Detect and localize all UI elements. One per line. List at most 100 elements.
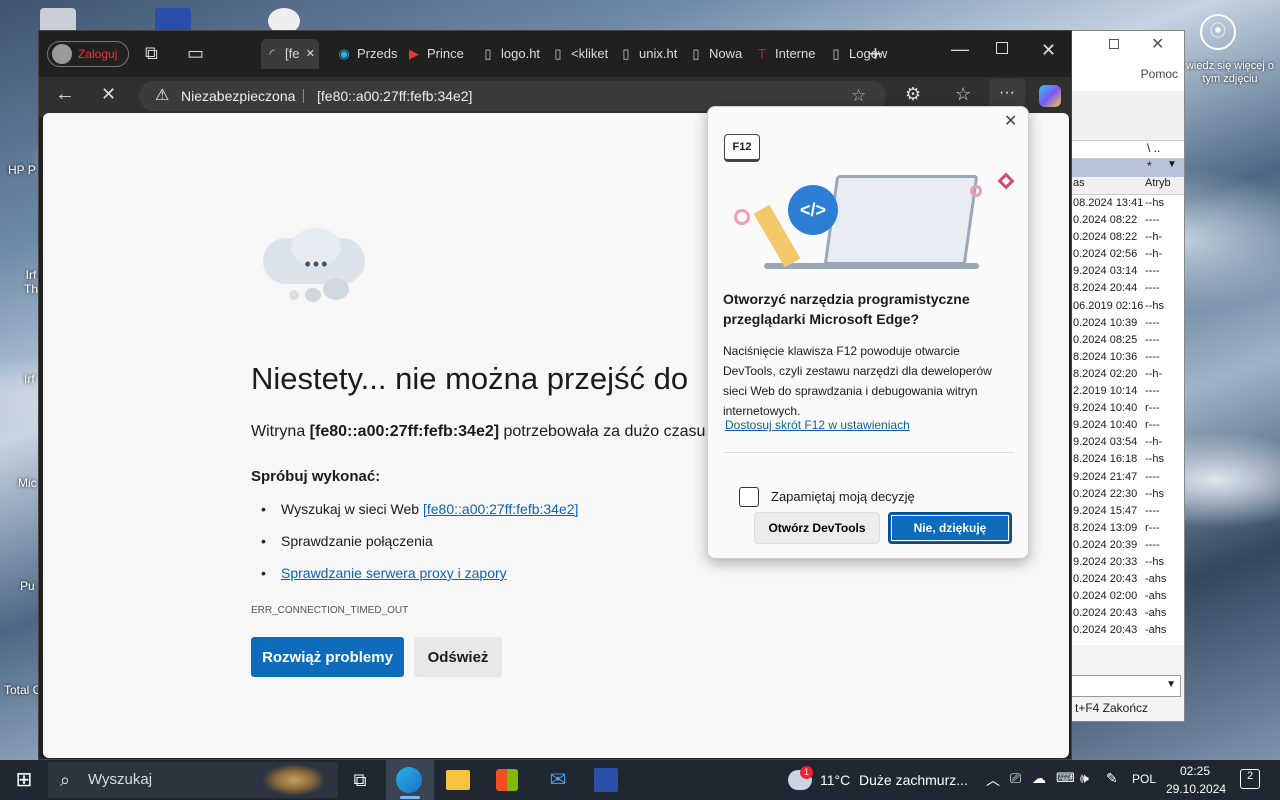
favorites-icon[interactable]: ☆ — [955, 84, 971, 105]
taskbar-search-box[interactable]: ⌕ Wyszukaj — [48, 762, 338, 798]
tab-2[interactable]: ▶ Prince — [407, 39, 475, 69]
remember-label[interactable]: Zapamiętaj moją decyzję — [771, 489, 915, 504]
tc-col-date[interactable]: as — [1073, 177, 1085, 189]
new-tab-icon[interactable]: + — [869, 41, 882, 67]
spotlight-info-text[interactable]: wiedz się więcej o tym zdjęciu — [1182, 60, 1278, 86]
customize-shortcut-link[interactable]: Dostosuj skrót F12 w ustawieniach — [725, 418, 910, 432]
table-row[interactable]: 0.2024 08:22 --h- — [1071, 229, 1184, 246]
tab-7[interactable]: T Interne — [755, 39, 823, 69]
table-row[interactable]: 08.2024 13:41 --hs — [1071, 195, 1184, 212]
spotlight-camera-icon[interactable]: ⦿ — [1200, 14, 1236, 50]
table-row[interactable]: 0.2024 10:39 ---- — [1071, 315, 1184, 332]
table-row[interactable]: 8.2024 13:09 r--- — [1071, 520, 1184, 537]
tab-0[interactable]: ◜ [fe ✕ — [261, 39, 319, 69]
desktop-icon-label[interactable]: HP P — [8, 163, 36, 177]
store-icon[interactable] — [496, 769, 518, 791]
table-row[interactable]: 0.2024 20:39 ---- — [1071, 537, 1184, 554]
desktop-icon-label[interactable]: Irf Th — [24, 268, 38, 296]
table-row[interactable]: 8.2024 02:20 --h- — [1071, 366, 1184, 383]
table-row[interactable]: 9.2024 21:47 ---- — [1071, 469, 1184, 486]
desktop-icon-label[interactable]: Mic — [18, 476, 37, 490]
clock-date[interactable]: 29.10.2024 — [1166, 782, 1226, 796]
tab-3[interactable]: ▯ logo.ht — [481, 39, 541, 69]
desktop-icon-label[interactable]: Irf — [24, 372, 35, 386]
pen-icon[interactable]: ✎ — [1106, 770, 1118, 787]
row-attr: -ahs — [1145, 573, 1167, 586]
minimize-icon[interactable]: — — [951, 39, 969, 60]
refresh-button[interactable]: Odśwież — [414, 637, 502, 677]
table-row[interactable]: 9.2024 10:40 r--- — [1071, 417, 1184, 434]
table-row[interactable]: 8.2024 10:36 ---- — [1071, 349, 1184, 366]
close-icon[interactable]: ✕ — [1004, 111, 1017, 131]
table-row[interactable]: 0.2024 08:22 ---- — [1071, 212, 1184, 229]
tab-1[interactable]: ◉ Przeds — [337, 39, 397, 69]
table-row[interactable]: 0.2024 02:56 --h- — [1071, 246, 1184, 263]
chevron-up-icon[interactable]: ︿ — [986, 770, 1000, 790]
check-proxy-link[interactable]: Sprawdzanie serwera proxy i zapory — [281, 565, 507, 581]
tab-4[interactable]: ▯ <kliket — [551, 39, 613, 69]
meet-icon[interactable]: ⎚ — [1010, 770, 1021, 787]
table-row[interactable]: 9.2024 03:14 ---- — [1071, 263, 1184, 280]
table-row[interactable]: 0.2024 20:43 -ahs — [1071, 605, 1184, 622]
tab-5[interactable]: ▯ unix.ht — [619, 39, 681, 69]
search-owl-highlight-icon[interactable] — [262, 764, 326, 796]
maximize-icon[interactable] — [1109, 39, 1119, 49]
task-view-icon[interactable]: ⧉ — [346, 766, 374, 794]
table-row[interactable]: 2.2019 10:14 ---- — [1071, 383, 1184, 400]
remember-checkbox[interactable] — [739, 487, 759, 507]
weather-desc[interactable]: Duże zachmurz... — [859, 772, 968, 788]
security-status[interactable]: Niezabezpieczona — [181, 81, 295, 111]
network-icon[interactable]: ⌨ — [1056, 770, 1075, 786]
onedrive-cloud-icon[interactable]: ☁ — [1032, 770, 1046, 787]
url-text[interactable]: [fe80::a00:27ff:fefb:34e2] — [317, 81, 472, 111]
edge-taskbar-icon[interactable] — [396, 767, 422, 793]
close-icon[interactable]: ✕ — [1151, 34, 1164, 54]
troubleshoot-button[interactable]: Rozwiąż problemy — [251, 637, 404, 677]
workspaces-icon[interactable]: ⧉ — [145, 43, 158, 64]
weather-temp[interactable]: 11°C — [820, 772, 850, 788]
table-row[interactable]: 0.2024 20:43 -ahs — [1071, 571, 1184, 588]
tab-6[interactable]: ▯ Nowa — [689, 39, 747, 69]
tc-filter[interactable]: * — [1147, 159, 1152, 173]
floppy-app-icon[interactable] — [594, 768, 618, 792]
mail-icon[interactable]: ✉ — [544, 766, 572, 794]
tc-path-hint[interactable]: \ .. — [1147, 141, 1160, 155]
table-row[interactable]: 8.2024 16:18 --hs — [1071, 451, 1184, 468]
start-windows-icon[interactable]: ⊞ — [10, 766, 38, 794]
table-row[interactable]: 8.2024 20:44 ---- — [1071, 280, 1184, 297]
table-row[interactable]: 06.2019 02:16 --hs — [1071, 298, 1184, 315]
extensions-icon[interactable]: ⚙ — [905, 84, 921, 105]
table-row[interactable]: 0.2024 02:00 -ahs — [1071, 588, 1184, 605]
tc-file-list[interactable]: 08.2024 13:41 --hs 0.2024 08:22 ---- 0.2024 … — [1071, 195, 1184, 645]
desktop-icon-label[interactable]: Total C — [4, 683, 41, 697]
tc-footer-hint[interactable]: t+F4 Zakończ — [1071, 701, 1148, 715]
language-indicator[interactable]: POL — [1132, 772, 1156, 786]
table-row[interactable]: 0.2024 08:25 ---- — [1071, 332, 1184, 349]
maximize-icon[interactable] — [996, 42, 1008, 54]
tc-menu-help[interactable]: Pomoc — [1071, 63, 1184, 91]
copilot-icon[interactable] — [1039, 85, 1061, 107]
close-icon[interactable]: ✕ — [1041, 40, 1056, 61]
tc-command-select[interactable]: ▼ — [1071, 675, 1181, 697]
clock-time[interactable]: 02:25 — [1180, 764, 1210, 778]
back-arrow-icon[interactable]: ← — [55, 83, 75, 106]
tab-actions-icon[interactable]: ▭ — [187, 43, 204, 64]
file-explorer-icon[interactable] — [446, 770, 470, 790]
desktop-icon-label[interactable]: Pu — [20, 579, 35, 593]
volume-icon[interactable]: 🕪 — [1080, 770, 1089, 787]
table-row[interactable]: 9.2024 03:54 --h- — [1071, 434, 1184, 451]
table-row[interactable]: 9.2024 20:33 --hs — [1071, 554, 1184, 571]
profile-button[interactable]: Zaloguj — [47, 41, 129, 67]
table-row[interactable]: 0.2024 22:30 --hs — [1071, 486, 1184, 503]
chevron-down-icon[interactable]: ▼ — [1167, 159, 1177, 170]
table-row[interactable]: 9.2024 15:47 ---- — [1071, 503, 1184, 520]
open-devtools-button[interactable]: Otwórz DevTools — [754, 512, 880, 544]
search-web-link[interactable]: [fe80::a00:27ff:fefb:34e2] — [423, 501, 578, 517]
tc-col-attr[interactable]: Atryb — [1145, 177, 1171, 189]
stop-loading-icon[interactable]: ✕ — [101, 84, 116, 105]
close-tab-icon[interactable]: ✕ — [306, 39, 315, 69]
no-thanks-button[interactable]: Nie, dziękuję — [888, 512, 1012, 544]
tab-label: Prince — [427, 46, 464, 61]
table-row[interactable]: 9.2024 10:40 r--- — [1071, 400, 1184, 417]
table-row[interactable]: 0.2024 20:43 -ahs — [1071, 622, 1184, 639]
